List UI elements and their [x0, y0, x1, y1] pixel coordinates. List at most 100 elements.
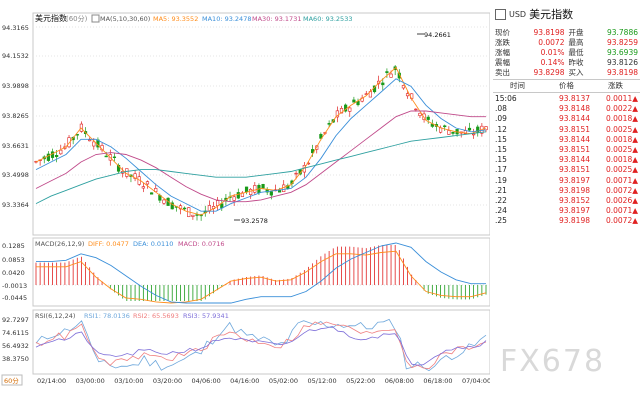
macd-dea-value: DEA: 0.0110	[133, 240, 173, 248]
candle-body	[92, 141, 96, 147]
candle-body	[467, 127, 472, 131]
trade-time: .22	[495, 195, 507, 205]
candle-body	[294, 172, 298, 175]
candle-body	[79, 123, 84, 132]
main-chart-period: (60分)	[66, 14, 88, 23]
x-tick-label: 06/08:00	[385, 377, 414, 385]
trade-row: .09 93.8144 0.0018▲	[493, 114, 640, 124]
watermark-logo: FX678	[500, 344, 606, 379]
macd-panel-frame	[32, 237, 491, 307]
trade-time: .09	[495, 114, 507, 124]
candle-body	[191, 214, 195, 217]
quote-row: 卖出 93.8298 买入 93.8198	[493, 68, 640, 78]
quote-label: 卖出	[495, 68, 510, 77]
trade-row: .19 93.8197 0.0071▲	[493, 176, 640, 186]
candle-body	[253, 185, 257, 193]
macd-y-axis: 0.1285 0.0853 0.0420 -0.0013 -0.0445	[2, 242, 27, 302]
trades-list[interactable]: 15:06 93.8137 0.0011▲ .08 93.8148 0.0022▲ .09 9…	[493, 94, 640, 226]
trade-row: .21 93.8198 0.0072▲	[493, 186, 640, 196]
trade-change: 0.0071▲	[605, 175, 638, 185]
trade-price: 93.8144	[558, 155, 590, 165]
quote-row: 震幅 0.14% 昨收 93.8126	[493, 58, 640, 68]
trade-change: 0.0018▲	[605, 134, 638, 144]
macd-y-tick: 0.0420	[2, 269, 25, 277]
y-tick-label: 93.3364	[2, 201, 29, 209]
trade-row: .15 93.8144 0.0018▲	[493, 155, 640, 165]
chart-svg[interactable]: 美元指数 (60分) MA(5,10,30,60) MA5: 93.3552 M…	[0, 0, 491, 400]
quote-label: 震幅	[495, 58, 510, 67]
trade-time: .15	[495, 134, 507, 144]
main-grid	[33, 26, 490, 206]
main-panel-frame	[32, 12, 491, 236]
macd-dea-line	[36, 242, 486, 304]
rsi1-line	[35, 318, 487, 372]
candle-body	[244, 186, 249, 193]
trade-row: .08 93.8148 0.0022▲	[493, 104, 640, 114]
quote-table: 现价 93.8198 开盘 93.7886 涨跌 0.0072 最高 93.8259 涨幅 0.0…	[493, 28, 640, 78]
quote-row: 涨跌 0.0072 最高 93.8259	[493, 38, 640, 48]
ma-line-ma5	[35, 66, 487, 216]
quote-label: 昨收	[568, 58, 584, 67]
y-tick-label: 93.9898	[2, 82, 29, 90]
y-tick-label: 93.6631	[2, 142, 29, 150]
trade-price: 93.8148	[558, 104, 590, 114]
ma5-value: MA5: 93.3552	[153, 15, 198, 23]
rsi-series	[35, 318, 487, 372]
trade-price: 93.8198	[558, 216, 590, 226]
candle-body	[149, 192, 154, 195]
rsi2-value: RSI2: 65.5693	[133, 312, 179, 320]
candle-body	[443, 125, 447, 128]
candle-body	[389, 73, 393, 78]
quote-label: 买入	[568, 68, 584, 77]
rsi-y-tick: 56.4932	[2, 342, 29, 350]
period-selector-label[interactable]: 60分	[4, 376, 19, 385]
trades-header: 时间 价格 涨跌	[493, 81, 640, 91]
trade-change: 0.0071▲	[605, 206, 638, 216]
candle-body	[162, 199, 166, 204]
trade-time: .21	[495, 185, 507, 195]
x-tick-label: 05/22:00	[346, 377, 375, 385]
trade-row: .15 93.8144 0.0018▲	[493, 135, 640, 145]
x-tick-label: 05/02:00	[269, 377, 298, 385]
rsi-y-axis: 92.7297 74.6115 56.4932 38.3750	[2, 316, 29, 363]
trade-change: 0.0026▲	[605, 195, 638, 205]
candle-body	[426, 116, 430, 120]
symbol-code: USD	[509, 9, 527, 19]
quote-value: 93.7886	[606, 28, 638, 37]
trade-price: 93.8152	[558, 195, 590, 205]
trades-header-change: 涨跌	[608, 81, 623, 90]
trade-change: 0.0025▲	[605, 144, 638, 154]
quote-value: 93.8126	[606, 58, 638, 67]
y-tick-label: 94.1532	[2, 52, 29, 60]
candle-body	[232, 196, 236, 201]
trade-change: 0.0025▲	[605, 124, 638, 134]
trade-time: 15:06	[495, 94, 517, 103]
candle-body	[451, 131, 455, 134]
candle-body	[327, 123, 331, 125]
moving-average-lines	[35, 66, 487, 216]
quote-value: 93.8198	[606, 68, 638, 77]
ma-line-ma60	[35, 131, 487, 205]
low-marker-label: 93.2578	[241, 217, 268, 225]
trade-change: 0.0018▲	[605, 114, 638, 124]
rsi-y-tick: 74.6115	[2, 329, 29, 337]
candle-body	[381, 82, 385, 86]
macd-y-tick: -0.0013	[2, 282, 27, 290]
x-tick-label: 03/00:00	[76, 377, 105, 385]
y-tick-label: 93.8265	[2, 112, 29, 120]
chart-area[interactable]: 美元指数 (60分) MA(5,10,30,60) MA5: 93.3552 M…	[0, 0, 491, 400]
rsi3-value: RSI3: 57.9341	[183, 312, 229, 320]
macd-diff-line	[36, 250, 487, 304]
candle-body	[216, 200, 220, 206]
x-axis: 02/14:00 03/00:00 03/10:00 03/20:00 04/06:00…	[37, 377, 491, 385]
x-tick-label: 03/20:00	[153, 377, 182, 385]
rsi1-value: RSI1: 78.0136	[84, 312, 130, 320]
macd-y-tick: 0.1285	[2, 242, 25, 250]
high-marker-label: 94.2661	[424, 31, 451, 39]
macd-legend: MACD(26,12,9)	[35, 240, 84, 248]
trade-time: .15	[495, 155, 507, 165]
settings-icon[interactable]	[495, 8, 506, 20]
candle-body	[401, 85, 406, 89]
ma-toggle-checkbox[interactable]	[91, 14, 100, 23]
trade-time: .17	[495, 165, 507, 175]
